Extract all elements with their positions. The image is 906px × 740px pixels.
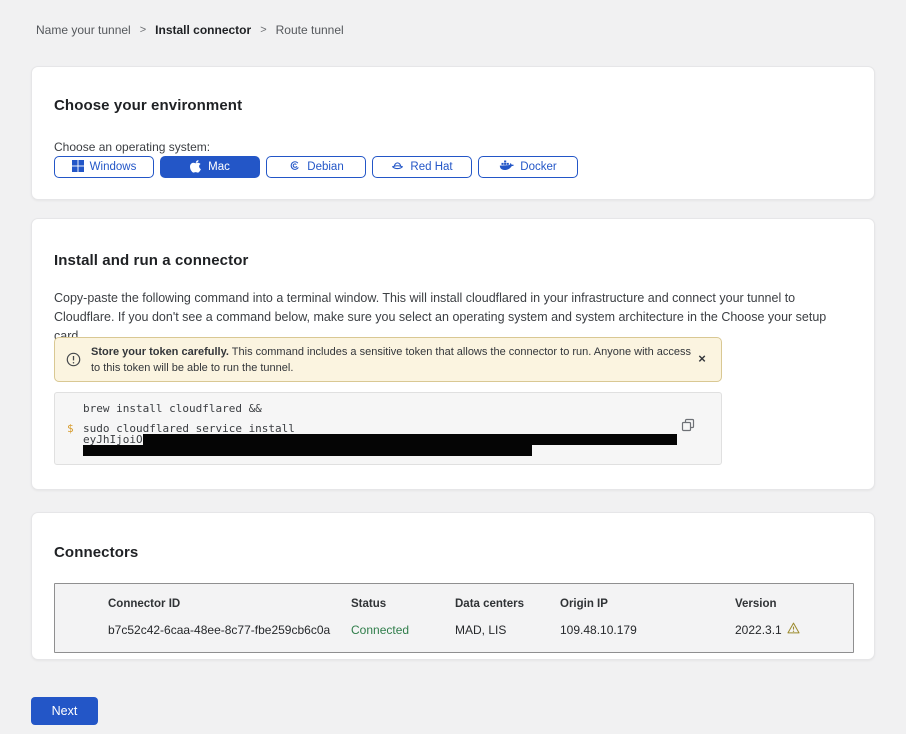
redacted-token-bar bbox=[143, 434, 677, 445]
install-connector-card: Install and run a connector Copy-paste t… bbox=[31, 218, 875, 490]
version-value: 2022.3.1 bbox=[735, 622, 837, 637]
table-row: b7c52c42-6caa-48ee-8c77-fbe259cb6c0a Con… bbox=[108, 622, 837, 637]
windows-logo-icon bbox=[72, 160, 84, 175]
column-header-data-centers: Data centers bbox=[455, 598, 560, 610]
version-number: 2022.3.1 bbox=[735, 623, 782, 637]
os-button-group: Windows Mac Debian bbox=[54, 156, 578, 178]
os-button-label: Mac bbox=[208, 161, 230, 173]
apple-logo-icon bbox=[190, 159, 202, 176]
column-header-version: Version bbox=[735, 598, 837, 610]
warning-triangle-icon bbox=[787, 622, 800, 637]
shell-prompt: $ bbox=[67, 422, 74, 435]
os-button-mac[interactable]: Mac bbox=[160, 156, 260, 178]
operating-system-label: Choose an operating system: bbox=[54, 140, 210, 154]
connectors-table-header: Connector ID Status Data centers Origin … bbox=[108, 598, 837, 610]
bottom-strip bbox=[0, 734, 906, 740]
next-button[interactable]: Next bbox=[31, 697, 98, 725]
redacted-token-bar bbox=[83, 445, 532, 456]
breadcrumb-install-connector[interactable]: Install connector bbox=[155, 23, 251, 37]
token-warning-text: Store your token carefully. This command… bbox=[91, 345, 699, 376]
breadcrumb-separator: > bbox=[260, 24, 266, 36]
debian-logo-icon bbox=[288, 159, 301, 175]
install-command-code-block: brew install cloudflared && $ sudo cloud… bbox=[54, 392, 722, 465]
os-button-label: Debian bbox=[307, 161, 343, 173]
column-header-connector-id: Connector ID bbox=[108, 598, 351, 610]
choose-environment-card: Choose your environment Choose an operat… bbox=[31, 66, 875, 200]
token-warning-bold: Store your token carefully. bbox=[91, 346, 229, 358]
os-button-debian[interactable]: Debian bbox=[266, 156, 366, 178]
breadcrumb-route-tunnel[interactable]: Route tunnel bbox=[276, 23, 344, 37]
redhat-logo-icon bbox=[391, 159, 404, 175]
close-icon[interactable]: × bbox=[693, 350, 711, 368]
status-badge: Connected bbox=[351, 623, 455, 637]
code-line-1: brew install cloudflared && bbox=[83, 402, 262, 415]
environment-card-title: Choose your environment bbox=[54, 97, 242, 114]
connectors-table: Connector ID Status Data centers Origin … bbox=[54, 583, 854, 653]
token-warning-banner: Store your token carefully. This command… bbox=[54, 337, 722, 382]
origin-ip-value: 109.48.10.179 bbox=[560, 623, 735, 637]
os-button-label: Docker bbox=[520, 161, 556, 173]
install-card-title: Install and run a connector bbox=[54, 252, 248, 269]
breadcrumb-separator: > bbox=[140, 24, 146, 36]
connectors-card-title: Connectors bbox=[54, 544, 138, 561]
copy-icon[interactable] bbox=[679, 417, 697, 435]
os-button-label: Windows bbox=[90, 161, 137, 173]
docker-logo-icon bbox=[499, 159, 514, 175]
connector-id-value: b7c52c42-6caa-48ee-8c77-fbe259cb6c0a bbox=[108, 623, 351, 637]
breadcrumb-name-your-tunnel[interactable]: Name your tunnel bbox=[36, 23, 131, 37]
alert-circle-icon bbox=[66, 352, 81, 372]
column-header-origin-ip: Origin IP bbox=[560, 598, 735, 610]
connectors-card: Connectors Connector ID Status Data cent… bbox=[31, 512, 875, 660]
breadcrumb: Name your tunnel > Install connector > R… bbox=[36, 23, 344, 37]
os-button-label: Red Hat bbox=[410, 161, 452, 173]
os-button-docker[interactable]: Docker bbox=[478, 156, 578, 178]
os-button-redhat[interactable]: Red Hat bbox=[372, 156, 472, 178]
column-header-status: Status bbox=[351, 598, 455, 610]
os-button-windows[interactable]: Windows bbox=[54, 156, 154, 178]
data-centers-value: MAD, LIS bbox=[455, 623, 560, 637]
